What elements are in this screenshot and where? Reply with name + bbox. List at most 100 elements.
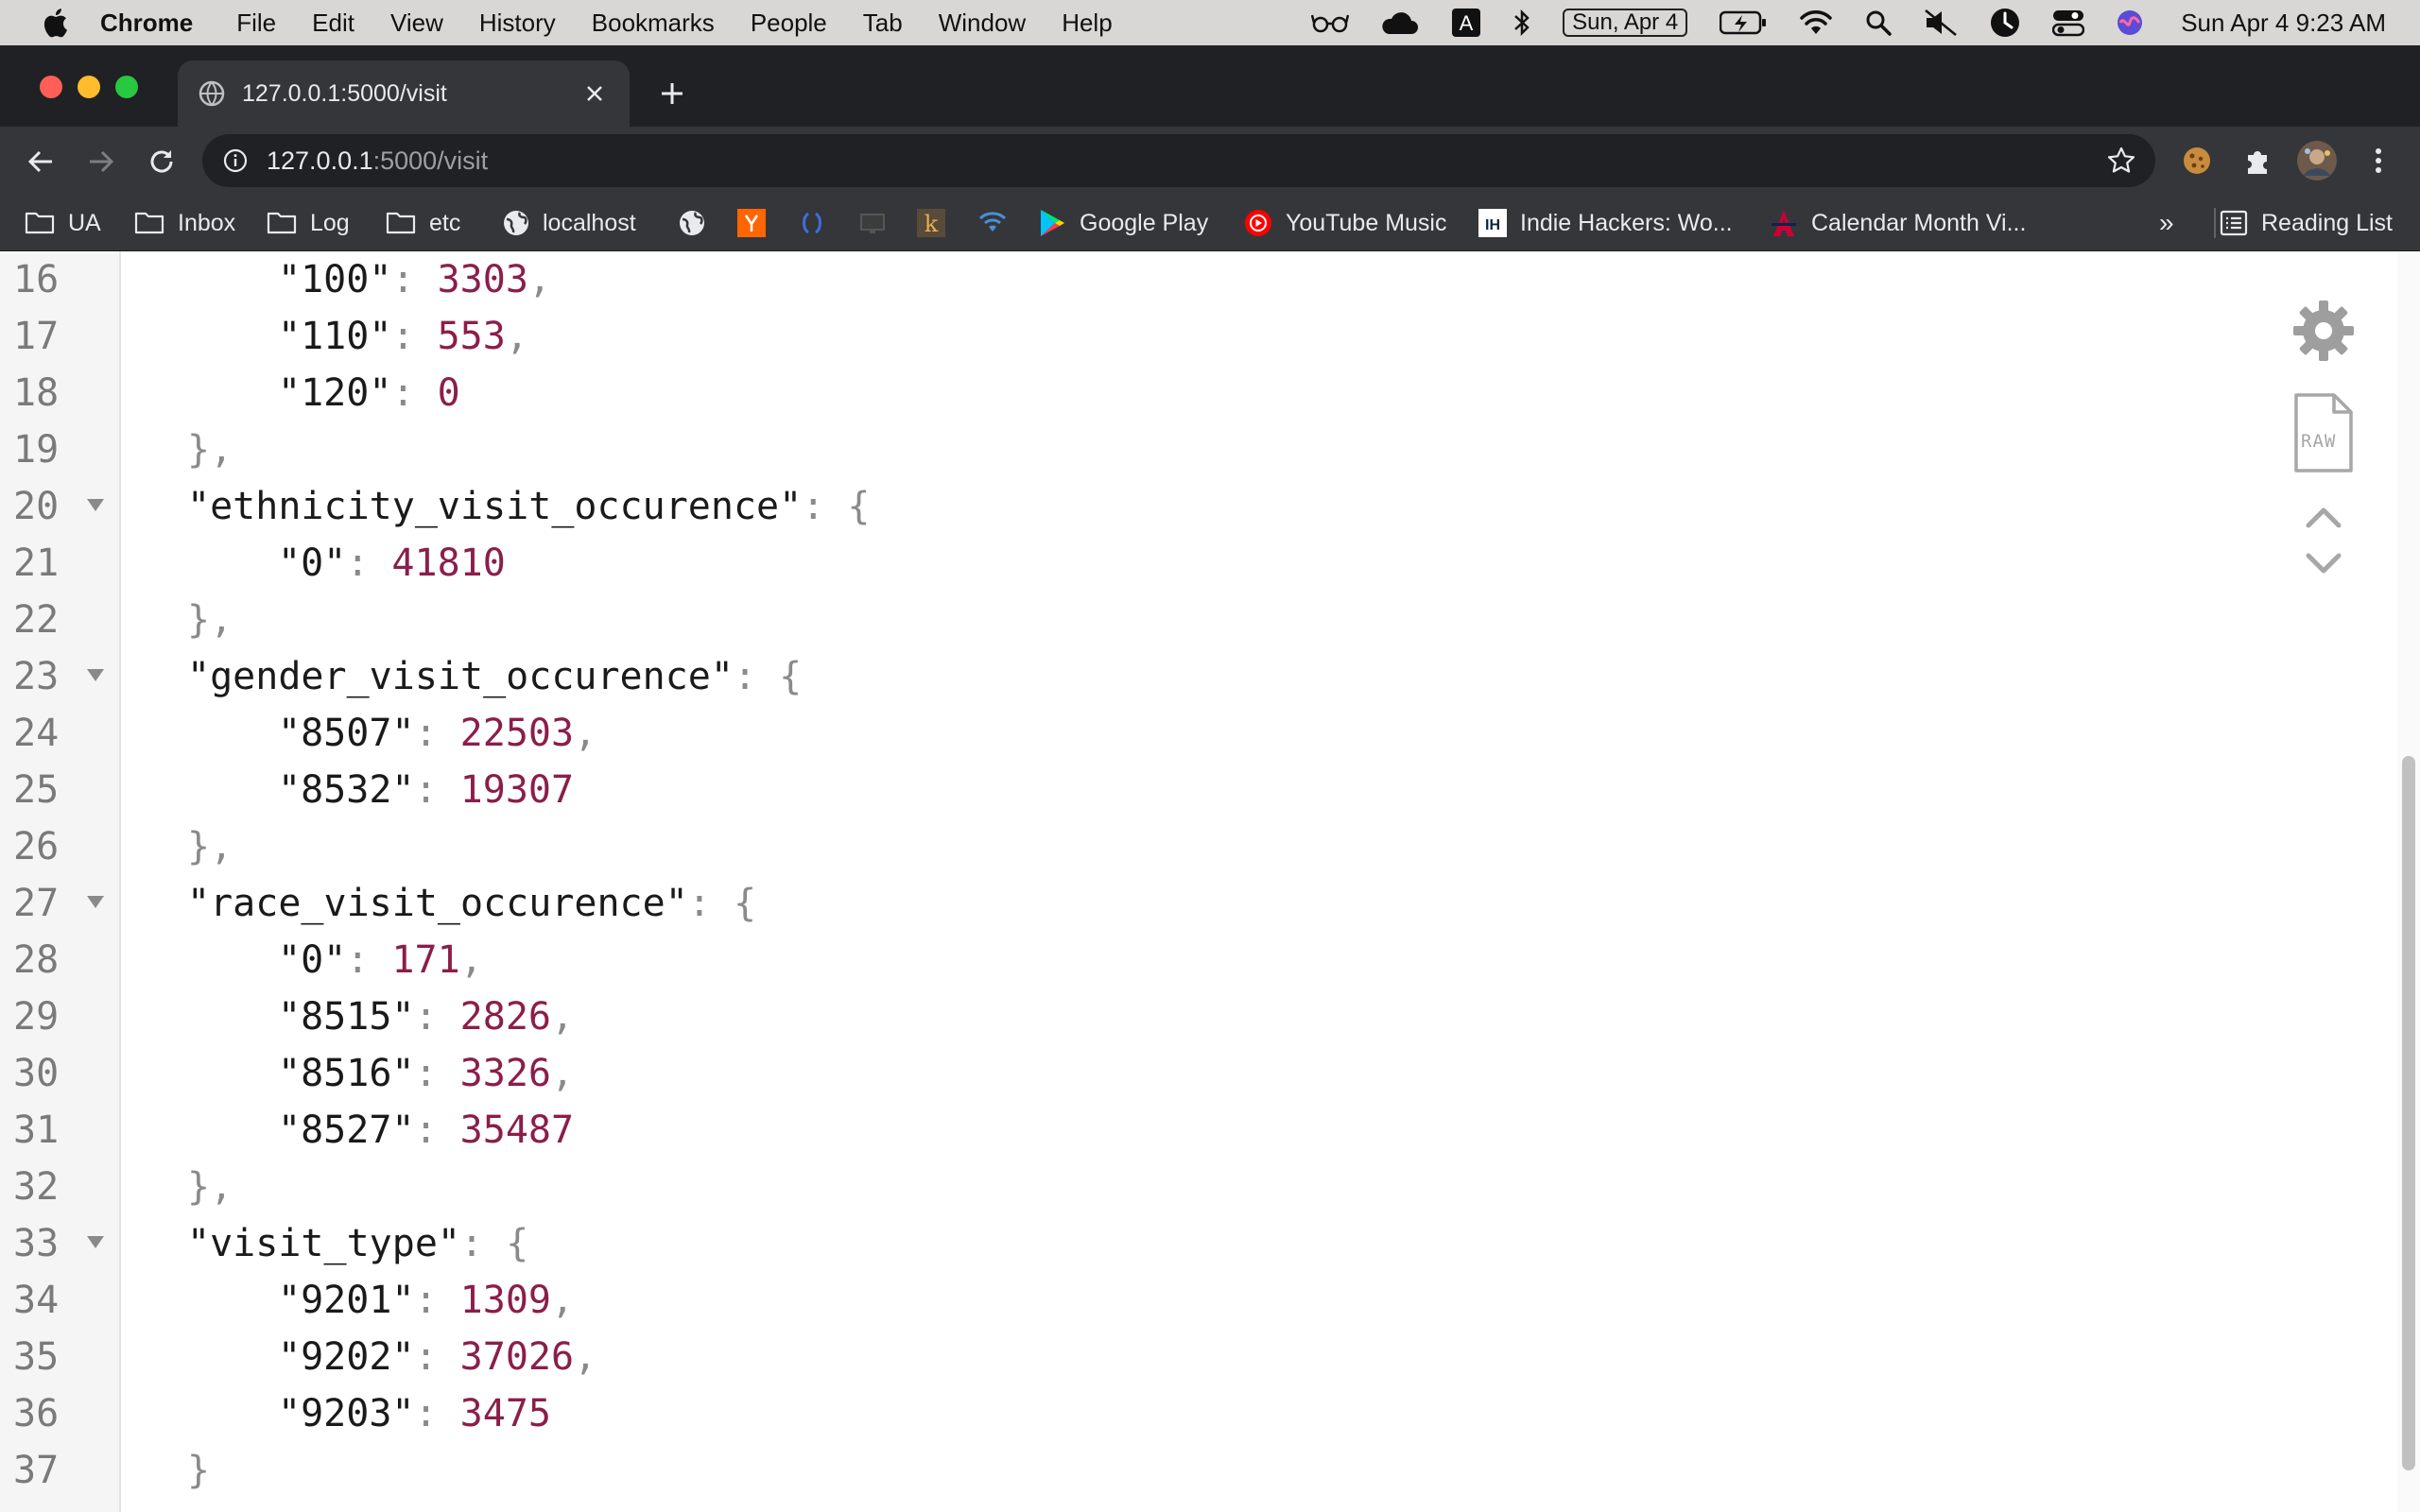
keyboard-a-icon[interactable]: A bbox=[1451, 0, 1481, 45]
bookmark-folder-etc[interactable]: etc bbox=[386, 195, 460, 251]
menu-window[interactable]: Window bbox=[939, 9, 1026, 38]
json-punctuation: }, bbox=[187, 598, 233, 642]
bookmark-folder-ua[interactable]: UA bbox=[25, 195, 101, 251]
bookmark-y-combinator[interactable] bbox=[737, 195, 779, 251]
folder-icon bbox=[25, 211, 55, 235]
menu-app-chrome[interactable]: Chrome bbox=[100, 9, 193, 38]
chrome-menu-icon[interactable] bbox=[2360, 142, 2397, 180]
menu-tab[interactable]: Tab bbox=[863, 9, 903, 38]
code-line: 35 "9202": 37026, bbox=[0, 1329, 2269, 1385]
menu-file[interactable]: File bbox=[236, 9, 276, 38]
menu-history[interactable]: History bbox=[479, 9, 556, 38]
back-arrow-icon[interactable] bbox=[23, 144, 59, 180]
line-number: 34 bbox=[13, 1279, 60, 1322]
code-line: 26}, bbox=[0, 818, 2269, 875]
control-center-icon[interactable] bbox=[2052, 0, 2085, 45]
fold-toggle-icon[interactable] bbox=[87, 896, 104, 908]
menu-edit[interactable]: Edit bbox=[312, 9, 354, 38]
line-number: 36 bbox=[13, 1392, 60, 1435]
bookmark-globe[interactable] bbox=[679, 195, 718, 251]
spotlight-search-icon[interactable] bbox=[1865, 0, 1892, 45]
new-tab-button[interactable] bbox=[654, 76, 690, 112]
json-separator: : bbox=[391, 315, 438, 358]
bluetooth-icon[interactable] bbox=[1513, 0, 1530, 45]
date-box[interactable]: Sun, Apr 4 bbox=[1563, 0, 1688, 45]
code-line: 27 "race_visit_occurence": { bbox=[0, 875, 2269, 932]
json-punctuation: }, bbox=[187, 825, 233, 868]
bookmark-indie-hackers[interactable]: IH Indie Hackers: Wo... bbox=[1478, 195, 1733, 251]
bookmark-youtube-music[interactable]: YouTube Music bbox=[1244, 195, 1446, 251]
extensions-puzzle-icon[interactable] bbox=[2238, 142, 2276, 180]
menu-people[interactable]: People bbox=[751, 9, 827, 38]
bookmark-label: localhost bbox=[543, 209, 636, 236]
bookmark-folder-log[interactable]: Log bbox=[267, 195, 350, 251]
json-separator: : bbox=[414, 1052, 460, 1095]
mute-icon[interactable] bbox=[1924, 0, 1958, 45]
bookmarks-bar: UA Inbox Log etc localhost k Google Play… bbox=[0, 195, 2420, 251]
bookmark-star-icon[interactable] bbox=[2106, 146, 2136, 176]
globe-icon bbox=[679, 210, 705, 236]
window-close-button[interactable] bbox=[40, 76, 62, 98]
code-text: }, bbox=[187, 818, 233, 875]
site-info-icon[interactable] bbox=[223, 148, 248, 173]
wifi-icon[interactable] bbox=[1799, 0, 1833, 45]
json-punctuation: , bbox=[527, 258, 552, 301]
json-number: 3303 bbox=[437, 258, 528, 301]
url-host: 127.0.0.1 bbox=[267, 146, 373, 175]
json-separator: : bbox=[414, 995, 460, 1039]
window-zoom-button[interactable] bbox=[115, 76, 138, 98]
glasses-icon[interactable] bbox=[1311, 0, 1350, 45]
bookmark-localhost[interactable]: localhost bbox=[503, 195, 636, 251]
code-text: "8527": 35487 bbox=[278, 1102, 574, 1159]
bookmark-monitor[interactable] bbox=[858, 195, 900, 251]
bookmark-k[interactable]: k bbox=[917, 195, 959, 251]
scrollbar-thumb[interactable] bbox=[2402, 756, 2415, 1470]
fold-toggle-icon[interactable] bbox=[87, 669, 104, 681]
battery-charging-icon[interactable] bbox=[1720, 0, 1767, 45]
cookie-extension-icon[interactable] bbox=[2178, 142, 2216, 180]
bookmark-bracket[interactable] bbox=[798, 195, 839, 251]
bookmarks-overflow-button[interactable]: » bbox=[2159, 195, 2174, 251]
menu-bar-status-area: A Sun, Apr 4 Sun Apr 4 9:23 AM bbox=[1279, 0, 2386, 45]
menu-help[interactable]: Help bbox=[1062, 9, 1112, 38]
arizona-icon bbox=[1770, 208, 1798, 238]
reload-icon[interactable] bbox=[144, 144, 180, 180]
bookmark-calendar-month[interactable]: Calendar Month Vi... bbox=[1770, 195, 2026, 251]
bookmark-google-play[interactable]: Google Play bbox=[1038, 195, 1208, 251]
code-text: "gender_visit_occurence": { bbox=[187, 648, 802, 705]
json-number: 553 bbox=[437, 315, 506, 358]
json-separator: : bbox=[414, 768, 460, 812]
scroll-up-button[interactable] bbox=[2299, 501, 2348, 535]
avatar[interactable] bbox=[2295, 139, 2339, 182]
code-line: 23 "gender_visit_occurence": { bbox=[0, 648, 2269, 705]
json-key: "9203" bbox=[278, 1392, 415, 1435]
forward-arrow-icon[interactable] bbox=[83, 144, 119, 180]
url-path: :5000/visit bbox=[372, 146, 489, 175]
fold-toggle-icon[interactable] bbox=[87, 1236, 104, 1248]
tab-close-icon[interactable] bbox=[580, 79, 609, 108]
address-bar[interactable]: 127.0.0.1:5000/visit bbox=[202, 134, 2155, 187]
menu-view[interactable]: View bbox=[390, 9, 443, 38]
scroll-down-button[interactable] bbox=[2299, 546, 2348, 580]
raw-view-button[interactable]: RAW bbox=[2288, 389, 2360, 476]
menu-bookmarks[interactable]: Bookmarks bbox=[592, 9, 715, 38]
code-text: }, bbox=[187, 421, 233, 478]
bookmark-wireless[interactable] bbox=[977, 195, 1021, 251]
tab-active[interactable]: 127.0.0.1:5000/visit bbox=[178, 60, 630, 127]
line-number: 33 bbox=[13, 1222, 60, 1265]
google-play-icon bbox=[1038, 208, 1066, 238]
focus-icon[interactable] bbox=[1990, 0, 2020, 45]
settings-button[interactable] bbox=[2288, 295, 2360, 367]
siri-icon[interactable] bbox=[2117, 0, 2143, 45]
json-key: "9202" bbox=[278, 1335, 415, 1379]
fold-toggle-icon[interactable] bbox=[87, 499, 104, 511]
bookmark-folder-inbox[interactable]: Inbox bbox=[134, 195, 235, 251]
menu-bar-clock[interactable]: Sun Apr 4 9:23 AM bbox=[2181, 9, 2386, 38]
json-key: "9201" bbox=[278, 1279, 415, 1322]
apple-menu-icon[interactable] bbox=[38, 6, 72, 40]
cloud-icon[interactable] bbox=[1381, 0, 1419, 45]
code-text: }, bbox=[187, 1159, 233, 1215]
window-minimize-button[interactable] bbox=[78, 76, 100, 98]
json-number: 1309 bbox=[459, 1279, 551, 1322]
reading-list-button[interactable]: Reading List bbox=[2216, 195, 2393, 251]
